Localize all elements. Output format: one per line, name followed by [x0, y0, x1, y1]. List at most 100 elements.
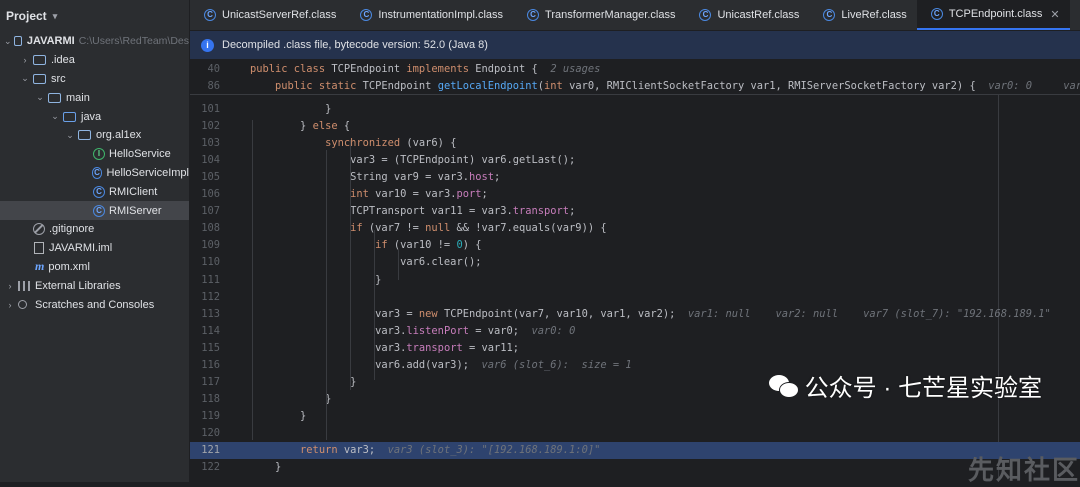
chevron-down-icon[interactable]: ⌄ — [34, 92, 46, 103]
tree-item-label: main — [66, 91, 90, 104]
sticky-lines[interactable]: 40 public class TCPEndpoint implements En… — [190, 60, 1080, 95]
decompiled-banner: i Decompiled .class file, bytecode versi… — [190, 31, 1080, 60]
code-line[interactable]: 108 if (var7 != null && !var7.equals(var… — [190, 220, 1080, 237]
line-number: 122 — [201, 461, 220, 474]
code-line[interactable]: 122 } — [190, 459, 1080, 476]
code-token: = var11; — [462, 341, 520, 354]
chevron-right-icon[interactable]: › — [4, 300, 16, 310]
code-line[interactable]: 104 var3 = (TCPEndpoint) var6.getLast(); — [190, 152, 1080, 169]
chevron-down-icon[interactable]: ⌄ — [64, 130, 76, 141]
code-text: } — [250, 391, 331, 408]
class-icon: C — [93, 204, 105, 217]
code-token: } — [250, 409, 307, 422]
tree-item-idea[interactable]: › .idea — [0, 51, 189, 70]
tree-item-javarmi-iml[interactable]: JAVARMI.iml — [0, 239, 189, 258]
tree-item-rmiclient[interactable]: C RMIClient — [0, 182, 189, 201]
code-token: null — [425, 222, 457, 235]
line-number: 112 — [201, 290, 220, 303]
code-line[interactable]: 101 } — [190, 101, 1080, 118]
tree-item-javarmi[interactable]: ⌄ JAVARMI C:\Users\RedTeam\Des — [0, 32, 189, 51]
tab-label: TCPEndpoint.class — [948, 8, 1043, 20]
code-token: var3. — [250, 324, 407, 337]
code-token: = var0; — [468, 324, 532, 337]
code-token: port — [456, 188, 482, 201]
code-text: if (var7 != null && !var7.equals(var9)) … — [250, 220, 607, 237]
chevron-down-icon[interactable]: ⌄ — [49, 111, 61, 122]
tree-item-helloserviceimpl[interactable]: C HelloServiceImpl — [0, 164, 189, 183]
code-line[interactable]: 109 if (var10 != 0) { — [190, 237, 1080, 254]
tab-tcpendpoint-class[interactable]: C TCPEndpoint.class ✕ — [916, 0, 1070, 30]
code-line-current[interactable]: 121 return var3; var3 (slot_3): "[192.16… — [190, 442, 1080, 459]
chevron-down-icon[interactable]: ⌄ — [4, 36, 12, 47]
code-line[interactable]: 103 synchronized (var6) { — [190, 135, 1080, 152]
chevron-right-icon[interactable]: › — [19, 55, 31, 65]
code-line[interactable]: 112 — [190, 289, 1080, 306]
project-panel-header[interactable]: Project ▾ — [0, 0, 189, 32]
code-line[interactable]: 115 var3.transport = var11; — [190, 340, 1080, 357]
code-text: } — [250, 459, 281, 476]
wechat-watermark: 公众号 · 七芒星实验室 — [768, 368, 1042, 403]
gitignore-icon — [33, 223, 45, 236]
tree-item-external-libraries[interactable]: › External Libraries — [0, 276, 189, 295]
class-icon: C — [527, 9, 540, 21]
code-line[interactable]: 114 var3.listenPort = var0; var0: 0 — [190, 323, 1080, 340]
code-token: int — [544, 80, 570, 92]
tree-item-pom-xml[interactable]: m pom.xml — [0, 258, 189, 277]
chevron-right-icon[interactable]: › — [4, 281, 16, 291]
code-line[interactable]: 110 var6.clear(); — [190, 254, 1080, 271]
code-text: var3.listenPort = var0; var0: 0 — [250, 323, 575, 340]
chevron-down-icon[interactable]: ⌄ — [19, 73, 31, 84]
code-token: var3. — [250, 341, 407, 354]
code-token: public class — [250, 63, 332, 75]
tab-label: UnicastRef.class — [717, 9, 800, 21]
tree-item-java[interactable]: ⌄ java — [0, 107, 189, 126]
tree-item-label: JAVARMI.iml — [49, 242, 113, 255]
tab-transformermanager-class[interactable]: C TransformerManager.class — [513, 0, 685, 30]
code-token: ) { — [462, 239, 482, 252]
folder-icon — [33, 73, 46, 84]
tree-item-scratches-and-consoles[interactable]: › Scratches and Consoles — [0, 295, 189, 314]
code-line[interactable]: 111 } — [190, 272, 1080, 289]
code-line[interactable]: 105 String var9 = var3.host; — [190, 169, 1080, 186]
code-line[interactable]: 120 — [190, 425, 1080, 442]
tree-item-src[interactable]: ⌄ src — [0, 70, 189, 89]
tab-unicastref-class[interactable]: C UnicastRef.class — [685, 0, 809, 30]
tab-unicastserverref-class[interactable]: C UnicastServerRef.class — [190, 0, 346, 30]
tab-instrumentationimpl-class[interactable]: C InstrumentationImpl.class — [346, 0, 513, 30]
close-icon[interactable]: ✕ — [1050, 8, 1059, 21]
tree-item-helloservice[interactable]: I HelloService — [0, 145, 189, 164]
code-token: ; — [481, 188, 488, 201]
code-token: host — [468, 171, 494, 184]
code-line[interactable]: 40 public class TCPEndpoint implements En… — [190, 61, 1080, 78]
info-icon: i — [201, 38, 214, 52]
tree-item-rmiserver[interactable]: C RMIServer — [0, 201, 189, 220]
code-line[interactable]: 113 var3 = new TCPEndpoint(var7, var10, … — [190, 306, 1080, 323]
tree-item-main[interactable]: ⌄ main — [0, 88, 189, 107]
chevron-down-icon[interactable]: ▾ — [53, 11, 58, 22]
code-line[interactable]: 102 } else { — [190, 118, 1080, 135]
tab-liveref-class[interactable]: C LiveRef.class — [809, 0, 916, 30]
class-icon: C — [699, 9, 712, 21]
code-token: var0, RMIClientSocketFactory var1, RMISe… — [569, 80, 989, 92]
code-line[interactable]: 106 int var10 = var3.port; — [190, 186, 1080, 203]
tab-label: InstrumentationImpl.class — [378, 9, 504, 21]
code-line[interactable]: 86 public static TCPEndpoint getLocalEnd… — [190, 78, 1080, 95]
line-number: 105 — [201, 171, 220, 184]
code-line[interactable]: 119 } — [190, 408, 1080, 425]
tab-obj[interactable]: CObj — [1070, 0, 1080, 30]
tree-item-org-al1ex[interactable]: ⌄ org.al1ex — [0, 126, 189, 145]
code-token: } — [250, 120, 313, 133]
tree-item-gitignore[interactable]: .gitignore — [0, 220, 189, 239]
code-token: var10 = var3. — [375, 188, 457, 201]
wechat-icon — [768, 373, 799, 399]
code-text: } — [250, 374, 356, 391]
code-token: synchronized — [250, 137, 407, 150]
code-text: var3 = (TCPEndpoint) var6.getLast(); — [250, 152, 575, 169]
code-token: int — [250, 188, 376, 201]
code-token: } — [250, 273, 382, 286]
code-line[interactable]: 107 TCPTransport var11 = var3.transport; — [190, 203, 1080, 220]
line-number: 118 — [201, 392, 220, 405]
code-editor[interactable]: 40 public class TCPEndpoint implements En… — [190, 60, 1080, 482]
tree-item-label: HelloService — [109, 148, 171, 161]
code-text: var3.transport = var11; — [250, 340, 519, 357]
